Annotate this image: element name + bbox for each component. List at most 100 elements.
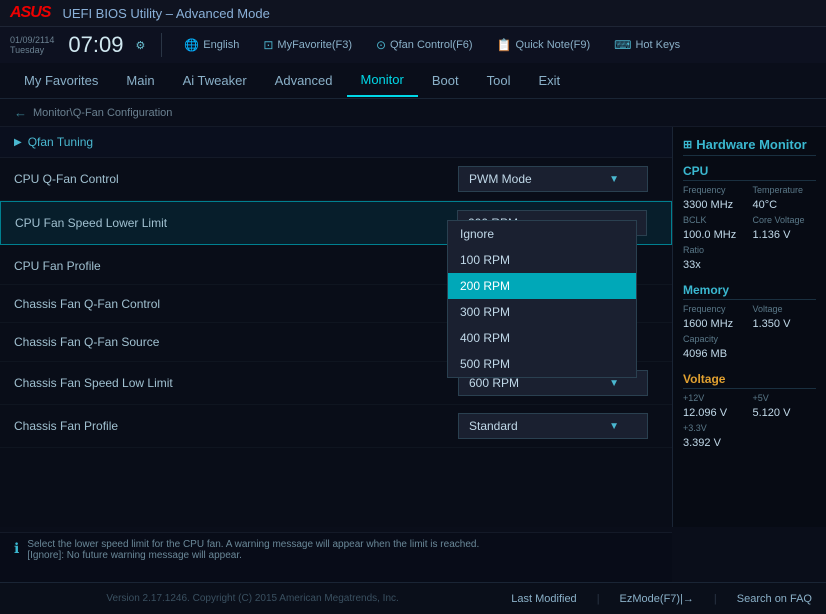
setting-label-cpu-fan-speed: CPU Fan Speed Lower Limit (15, 216, 457, 230)
toolbar: 01/09/2114 Tuesday 07:09 ⚙ 🌐 English ⊡ M… (0, 27, 826, 63)
hw-memory-capacity-label: Capacity (683, 334, 747, 344)
section-expand-icon[interactable]: ▶ (14, 137, 22, 148)
toolbar-qfan-label: Qfan Control(F6) (390, 39, 473, 51)
monitor-icon: ⊞ (683, 138, 692, 151)
date-display: 01/09/2114 (10, 35, 54, 45)
back-arrow-icon[interactable]: ← (14, 105, 27, 120)
hw-cpu-core-voltage-label: Core Voltage (753, 215, 817, 225)
hw-memory-voltage-label: Voltage (753, 304, 817, 314)
nav-monitor[interactable]: Monitor (347, 64, 418, 97)
hw-monitor-title: ⊞ Hardware Monitor (683, 137, 816, 156)
setting-row-chassis-fan-profile: Chassis Fan Profile Standard ▼ (0, 405, 672, 448)
setting-label-cpu-fan-profile: CPU Fan Profile (14, 259, 458, 273)
dropdown-chassis-speed-arrow-icon: ▼ (609, 378, 619, 389)
note-icon: 📋 (497, 38, 512, 52)
breadcrumb: ← Monitor\Q-Fan Configuration (0, 99, 826, 127)
hw-cpu-frequency-value: 3300 MHz (683, 199, 747, 211)
footer-version: Version 2.17.1246. Copyright (C) 2015 Am… (14, 593, 491, 604)
hw-monitor-title-text: Hardware Monitor (696, 137, 807, 152)
nav-aitweaker[interactable]: Ai Tweaker (169, 65, 261, 96)
footer-search-faq[interactable]: Search on FAQ (737, 593, 812, 605)
toolbar-myfavorite-label: MyFavorite(F3) (277, 39, 352, 51)
toolbar-hotkeys-label: Hot Keys (635, 39, 680, 51)
dropdown-chassis-fan-profile[interactable]: Standard ▼ (458, 413, 648, 439)
hw-voltage-section: Voltage +12V +5V 12.096 V 5.120 V +3.3V … (683, 372, 816, 449)
hw-cpu-bclk-label: BCLK (683, 215, 747, 225)
hw-v5-value: 5.120 V (753, 407, 817, 419)
main-layout: ▶ Qfan Tuning CPU Q-Fan Control PWM Mode… (0, 127, 826, 527)
footer-separator-2: | (714, 593, 717, 605)
toolbar-myfavorite[interactable]: ⊡ MyFavorite(F3) (257, 36, 358, 54)
setting-label-chassis-fan-qfan: Chassis Fan Q-Fan Control (14, 297, 458, 311)
dropdown-option-200rpm[interactable]: 200 RPM (448, 273, 636, 299)
nav-myfavorites[interactable]: My Favorites (10, 65, 112, 96)
toolbar-quicknote-label: Quick Note(F9) (516, 39, 591, 51)
footer: Version 2.17.1246. Copyright (C) 2015 Am… (0, 582, 826, 614)
dropdown-option-ignore[interactable]: Ignore (448, 221, 636, 247)
nav-main[interactable]: Main (112, 65, 168, 96)
globe-icon: 🌐 (184, 38, 199, 52)
footer-ez-mode[interactable]: EzMode(F7)|→ (620, 593, 694, 605)
dropdown-cpu-qfan-value: PWM Mode (469, 172, 532, 186)
hw-cpu-frequency-label: Frequency (683, 185, 747, 195)
keyboard-icon: ⌨ (614, 38, 631, 52)
footer-separator: | (597, 593, 600, 605)
star-icon: ⊡ (263, 38, 273, 52)
nav-boot[interactable]: Boot (418, 65, 473, 96)
dropdown-chassis-fan-speed-value: 600 RPM (469, 376, 519, 390)
setting-value-cpu-qfan-control: PWM Mode ▼ (458, 166, 658, 192)
toolbar-quicknote[interactable]: 📋 Quick Note(F9) (491, 36, 597, 54)
fan-icon: ⊙ (376, 38, 386, 52)
day-display: Tuesday (10, 45, 54, 55)
datetime: 01/09/2114 Tuesday (10, 35, 54, 55)
toolbar-separator-1 (161, 33, 162, 57)
setting-label-chassis-fan-profile: Chassis Fan Profile (14, 419, 458, 433)
hw-voltage-title: Voltage (683, 372, 816, 389)
setting-label-chassis-fan-speed: Chassis Fan Speed Low Limit (14, 376, 458, 390)
nav-exit[interactable]: Exit (524, 65, 574, 96)
settings-gear-icon[interactable]: ⚙ (135, 39, 145, 52)
hw-memory-title: Memory (683, 283, 816, 300)
nav-tool[interactable]: Tool (473, 65, 525, 96)
dropdown-option-300rpm[interactable]: 300 RPM (448, 299, 636, 325)
dropdown-option-500rpm[interactable]: 500 RPM (448, 351, 636, 377)
footer-last-modified[interactable]: Last Modified (511, 593, 576, 605)
toolbar-hotkeys[interactable]: ⌨ Hot Keys (608, 36, 686, 54)
hw-cpu-core-voltage-value: 1.136 V (753, 229, 817, 241)
setting-row-cpu-qfan-control: CPU Q-Fan Control PWM Mode ▼ (0, 158, 672, 201)
asus-logo: ASUS (10, 4, 50, 22)
right-panel: ⊞ Hardware Monitor CPU Frequency Tempera… (672, 127, 826, 527)
dropdown-chassis-fan-profile-value: Standard (469, 419, 518, 433)
content-area: ▶ Qfan Tuning CPU Q-Fan Control PWM Mode… (0, 127, 672, 527)
bios-title: UEFI BIOS Utility – Advanced Mode (62, 6, 269, 21)
hw-v12-label: +12V (683, 393, 747, 403)
hw-cpu-temperature-label: Temperature (753, 185, 817, 195)
hw-cpu-temperature-value: 40°C (753, 199, 817, 211)
hw-v33-label: +3.3V (683, 423, 747, 433)
title-bar: ASUS UEFI BIOS Utility – Advanced Mode (0, 0, 826, 27)
hw-memory-capacity-value: 4096 MB (683, 348, 747, 360)
hw-cpu-ratio-label: Ratio (683, 245, 747, 255)
settings-table: CPU Q-Fan Control PWM Mode ▼ CPU Fan Spe… (0, 158, 672, 448)
hw-v33-value: 3.392 V (683, 437, 747, 449)
dropdown-arrow-icon: ▼ (609, 174, 619, 185)
hw-memory-frequency-label: Frequency (683, 304, 747, 314)
hw-memory-voltage-value: 1.350 V (753, 318, 817, 330)
nav-bar: My Favorites Main Ai Tweaker Advanced Mo… (0, 63, 826, 99)
hw-memory-frequency-value: 1600 MHz (683, 318, 747, 330)
dropdown-option-100rpm[interactable]: 100 RPM (448, 247, 636, 273)
nav-advanced[interactable]: Advanced (261, 65, 347, 96)
setting-value-chassis-fan-profile: Standard ▼ (458, 413, 658, 439)
toolbar-qfan[interactable]: ⊙ Qfan Control(F6) (370, 36, 479, 54)
setting-label-chassis-fan-source: Chassis Fan Q-Fan Source (14, 335, 458, 349)
toolbar-english[interactable]: 🌐 English (178, 36, 245, 54)
dropdown-cpu-qfan-control[interactable]: PWM Mode ▼ (458, 166, 648, 192)
hw-cpu-ratio-value: 33x (683, 259, 747, 271)
hw-cpu-section: CPU Frequency Temperature 3300 MHz 40°C … (683, 164, 816, 271)
dropdown-option-400rpm[interactable]: 400 RPM (448, 325, 636, 351)
dropdown-chassis-profile-arrow-icon: ▼ (609, 421, 619, 432)
hw-cpu-title: CPU (683, 164, 816, 181)
breadcrumb-text: Monitor\Q-Fan Configuration (33, 107, 172, 119)
hw-cpu-bclk-value: 100.0 MHz (683, 229, 747, 241)
section-title: Qfan Tuning (28, 135, 93, 149)
